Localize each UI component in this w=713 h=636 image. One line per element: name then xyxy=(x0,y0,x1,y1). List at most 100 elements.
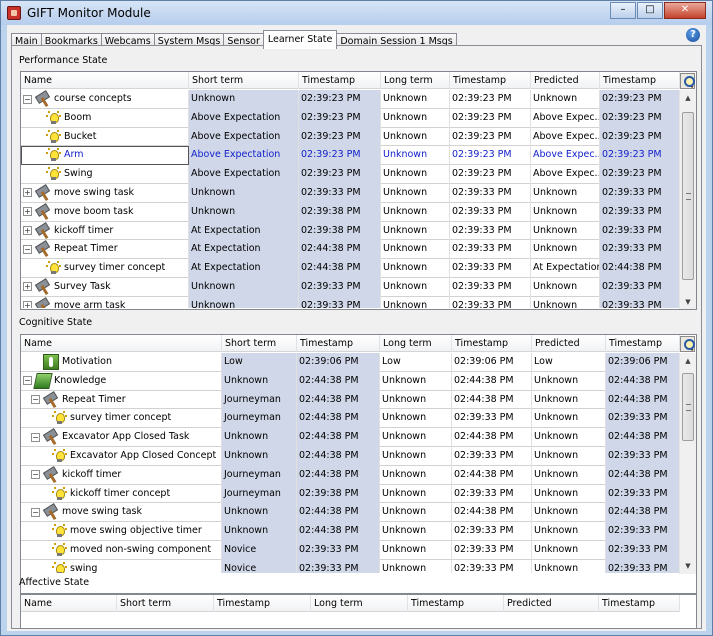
short-term-timestamp-cell[interactable]: 02:39:33 PM xyxy=(297,559,380,573)
name-cell[interactable]: − Excavator App Closed Task xyxy=(21,428,222,447)
table-row[interactable]: swing Novice 02:39:33 PM Unknown 02:39:33 PM… xyxy=(21,559,680,573)
long-term-cell[interactable]: Unknown xyxy=(380,503,452,523)
long-term-timestamp-cell[interactable]: 02:39:33 PM xyxy=(450,221,531,241)
long-term-timestamp-cell[interactable]: 02:39:33 PM xyxy=(452,446,532,466)
short-term-timestamp-cell[interactable]: 02:39:23 PM xyxy=(299,146,381,166)
column-header-timestamp[interactable]: Timestamp xyxy=(408,595,504,612)
maximize-button[interactable]: □ xyxy=(637,2,663,19)
predicted-cell[interactable]: Unknown xyxy=(532,503,606,523)
long-term-timestamp-cell[interactable]: 02:44:38 PM xyxy=(452,390,532,410)
name-cell[interactable]: + move boom task xyxy=(21,202,189,222)
long-term-timestamp-cell[interactable]: 02:39:23 PM xyxy=(450,127,531,147)
scroll-up-arrow-icon[interactable]: ▲ xyxy=(680,90,696,106)
short-term-cell[interactable]: Unknown xyxy=(222,503,297,523)
table-row[interactable]: + move swing task Unknown 02:39:33 PM Unknow… xyxy=(21,183,680,203)
short-term-timestamp-cell[interactable]: 02:39:23 PM xyxy=(299,108,381,128)
long-term-timestamp-cell[interactable]: 02:39:33 PM xyxy=(452,484,532,504)
name-cell[interactable]: Bucket xyxy=(21,127,189,147)
short-term-timestamp-cell[interactable]: 02:39:23 PM xyxy=(299,165,381,184)
short-term-cell[interactable]: Unknown xyxy=(189,277,299,297)
predicted-cell[interactable]: At Expectation xyxy=(531,259,600,278)
short-term-cell[interactable]: Journeyman xyxy=(222,409,297,429)
help-icon[interactable]: ? xyxy=(686,28,700,42)
name-cell[interactable]: Swing xyxy=(21,165,189,184)
table-row[interactable]: survey timer concept Journeyman 02:44:38 P… xyxy=(21,409,680,429)
scrollbar-thumb[interactable] xyxy=(682,112,694,280)
predicted-cell[interactable]: Unknown xyxy=(532,484,606,504)
name-cell[interactable]: Motivation xyxy=(21,353,222,372)
name-cell[interactable]: − kickoff timer xyxy=(21,465,222,485)
name-cell[interactable]: moved non-swing component xyxy=(21,540,222,560)
table-row[interactable]: − course concepts Unknown 02:39:23 PM Unknow… xyxy=(21,90,680,109)
predicted-cell[interactable]: Unknown xyxy=(532,446,606,466)
short-term-timestamp-cell[interactable]: 02:39:06 PM xyxy=(297,353,380,372)
short-term-timestamp-cell[interactable]: 02:44:38 PM xyxy=(297,446,380,466)
predicted-cell[interactable]: Unknown xyxy=(532,540,606,560)
predicted-cell[interactable]: Unknown xyxy=(532,559,606,573)
short-term-cell[interactable]: At Expectation xyxy=(189,240,299,260)
short-term-cell[interactable]: Unknown xyxy=(189,90,299,109)
long-term-timestamp-cell[interactable]: 02:39:33 PM xyxy=(450,240,531,260)
column-header-name[interactable]: Name xyxy=(21,72,189,89)
table-row[interactable]: kickoff timer concept Journeyman 02:39:38 … xyxy=(21,484,680,504)
short-term-cell[interactable]: Above Expectation xyxy=(189,127,299,147)
long-term-cell[interactable]: Unknown xyxy=(380,409,452,429)
column-header-timestamp[interactable]: Timestamp xyxy=(299,72,381,89)
short-term-timestamp-cell[interactable]: 02:39:33 PM xyxy=(299,277,381,297)
predicted-timestamp-cell[interactable]: 02:44:38 PM xyxy=(606,390,680,410)
short-term-timestamp-cell[interactable]: 02:44:38 PM xyxy=(299,240,381,260)
predicted-timestamp-cell[interactable]: 02:39:33 PM xyxy=(600,202,680,222)
column-header-name[interactable]: Name xyxy=(21,595,117,612)
short-term-timestamp-cell[interactable]: 02:39:23 PM xyxy=(299,90,381,109)
predicted-cell[interactable]: Unknown xyxy=(532,522,606,541)
column-chooser-icon[interactable] xyxy=(680,336,695,352)
short-term-cell[interactable]: Unknown xyxy=(189,183,299,203)
predicted-cell[interactable]: Above Expec... xyxy=(531,165,600,184)
column-header-timestamp[interactable]: Timestamp xyxy=(600,72,680,89)
long-term-timestamp-cell[interactable]: 02:44:38 PM xyxy=(452,465,532,485)
column-header-timestamp[interactable]: Timestamp xyxy=(450,72,531,89)
short-term-timestamp-cell[interactable]: 02:39:38 PM xyxy=(299,202,381,222)
table-row[interactable]: − Repeat Timer Journeyman 02:44:38 PM Unknow… xyxy=(21,390,680,410)
long-term-timestamp-cell[interactable]: 02:44:38 PM xyxy=(452,371,532,391)
predicted-cell[interactable]: Unknown xyxy=(531,90,600,109)
short-term-cell[interactable]: Unknown xyxy=(189,202,299,222)
name-cell[interactable]: − course concepts xyxy=(21,90,189,109)
column-header-predicted[interactable]: Predicted xyxy=(532,335,606,352)
long-term-timestamp-cell[interactable]: 02:39:33 PM xyxy=(450,202,531,222)
short-term-timestamp-cell[interactable]: 02:39:33 PM xyxy=(297,540,380,560)
long-term-cell[interactable]: Unknown xyxy=(380,390,452,410)
long-term-cell[interactable]: Unknown xyxy=(381,240,450,260)
predicted-cell[interactable]: Unknown xyxy=(532,390,606,410)
predicted-timestamp-cell[interactable]: 02:44:38 PM xyxy=(606,503,680,523)
table-row[interactable]: survey timer concept At Expectation 02:44:… xyxy=(21,259,680,278)
name-cell[interactable]: + kickoff timer xyxy=(21,221,189,241)
column-header-timestamp[interactable]: Timestamp xyxy=(214,595,311,612)
scroll-down-arrow-icon[interactable]: ▼ xyxy=(680,294,696,309)
short-term-timestamp-cell[interactable]: 02:44:38 PM xyxy=(297,428,380,447)
long-term-timestamp-cell[interactable]: 02:39:23 PM xyxy=(450,108,531,128)
scrollbar-thumb[interactable] xyxy=(682,373,694,441)
short-term-cell[interactable]: Unknown xyxy=(222,371,297,391)
collapse-icon[interactable]: − xyxy=(31,432,40,442)
long-term-timestamp-cell[interactable]: 02:39:33 PM xyxy=(450,277,531,297)
expand-icon[interactable]: + xyxy=(23,188,32,198)
predicted-timestamp-cell[interactable]: 02:39:33 PM xyxy=(606,484,680,504)
predicted-timestamp-cell[interactable]: 02:39:23 PM xyxy=(600,165,680,184)
predicted-cell[interactable]: Low xyxy=(532,353,606,372)
long-term-cell[interactable]: Unknown xyxy=(381,183,450,203)
long-term-timestamp-cell[interactable]: 02:39:06 PM xyxy=(452,353,532,372)
short-term-cell[interactable]: Unknown xyxy=(189,296,299,308)
predicted-cell[interactable]: Unknown xyxy=(532,371,606,391)
long-term-cell[interactable]: Unknown xyxy=(381,127,450,147)
table-row[interactable]: − Knowledge Unknown 02:44:38 PM Unknown 02:44… xyxy=(21,371,680,391)
short-term-timestamp-cell[interactable]: 02:39:23 PM xyxy=(299,127,381,147)
long-term-cell[interactable]: Unknown xyxy=(381,108,450,128)
short-term-cell[interactable]: Novice xyxy=(222,559,297,573)
predicted-cell[interactable]: Above Expec... xyxy=(531,146,600,166)
short-term-timestamp-cell[interactable]: 02:44:38 PM xyxy=(297,522,380,541)
table-row[interactable]: + move boom task Unknown 02:39:38 PM Unknown… xyxy=(21,202,680,222)
predicted-cell[interactable]: Unknown xyxy=(531,202,600,222)
column-header-short-term[interactable]: Short term xyxy=(222,335,297,352)
predicted-timestamp-cell[interactable]: 02:39:23 PM xyxy=(600,108,680,128)
